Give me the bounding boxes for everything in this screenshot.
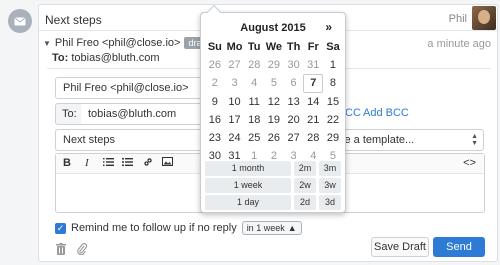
weekday-label: Fr [307, 41, 319, 53]
template-select-label: se a template... [339, 134, 415, 146]
calendar-week-row: 16 17 18 19 20 21 22 [205, 111, 343, 129]
calendar-day[interactable]: 9 [205, 93, 225, 111]
header-user-name: Phil [448, 13, 467, 25]
link-icon[interactable] [143, 157, 153, 170]
calendar-day[interactable]: 5 [264, 74, 284, 92]
to-label: To: [55, 103, 82, 125]
quick-interval-row: 1 month 2m 3m [205, 161, 343, 176]
calendar-day[interactable]: 4 [244, 74, 264, 92]
quick-interval-button[interactable]: 2d [294, 195, 316, 210]
calendar-day[interactable]: 26 [264, 129, 284, 147]
weekday-header-row: Su Mo Tu We Th Fr Sa [205, 38, 343, 56]
save-draft-button[interactable]: Save Draft [371, 237, 429, 257]
template-select[interactable]: se a template... ▲ ▼ [332, 129, 484, 151]
calendar-day[interactable]: 28 [244, 56, 264, 74]
calendar-day[interactable]: 26 [205, 56, 225, 74]
reminder-interval-label: in 1 week [246, 223, 285, 233]
quick-interval-button[interactable]: 3m [319, 161, 341, 176]
calendar-day[interactable]: 8 [323, 74, 343, 92]
calendar-day[interactable]: 20 [284, 111, 304, 129]
select-arrows-icon: ▲ ▼ [471, 133, 478, 147]
calendar-day[interactable]: 13 [284, 93, 304, 111]
calendar-day[interactable]: 11 [244, 93, 264, 111]
italic-button[interactable]: I [85, 157, 89, 169]
calendar-day[interactable]: 29 [264, 56, 284, 74]
weekday-label: Mo [226, 41, 243, 53]
reminder-checkbox[interactable]: ✓ [55, 222, 66, 234]
calendar-day[interactable]: 19 [264, 111, 284, 129]
to-address: tobias@bluth.com [71, 52, 160, 64]
calendar-day[interactable]: 16 [205, 111, 225, 129]
calendar-day[interactable]: 15 [323, 93, 343, 111]
from-line[interactable]: ▼ Phil Freo <phil@close.io> draft [43, 37, 211, 49]
quick-interval-button[interactable]: 2m [294, 161, 316, 176]
add-bcc-link[interactable]: Add BCC [363, 107, 409, 119]
weekday-label: Su [207, 41, 222, 53]
calendar-day[interactable]: 12 [264, 93, 284, 111]
calendar-day[interactable]: 18 [244, 111, 264, 129]
calendar-day[interactable]: 22 [323, 111, 343, 129]
calendar-day[interactable]: 24 [225, 129, 245, 147]
image-icon[interactable] [162, 157, 173, 169]
paperclip-icon[interactable] [77, 243, 88, 258]
calendar-day[interactable]: 7 [303, 74, 324, 93]
avatar [472, 6, 496, 30]
calendar-day[interactable]: 27 [225, 56, 245, 74]
collapse-triangle-icon[interactable]: ▼ [43, 39, 51, 48]
send-button[interactable]: Send [433, 237, 485, 257]
calendar-day[interactable]: 31 [303, 56, 323, 74]
calendar-day[interactable]: 17 [225, 111, 245, 129]
timestamp: a minute ago [427, 38, 491, 50]
to-prefix: To: [52, 52, 69, 64]
reminder-label: Remind me to follow up if no reply [71, 222, 237, 234]
code-view-button[interactable]: <> [463, 157, 476, 169]
quick-interval-row: 1 week 2w 3w [205, 178, 343, 193]
calendar-grid: Su Mo Tu We Th Fr Sa 26 27 28 29 30 31 1 2 3 4 5 6 7 8 9 10 11 1… [205, 38, 343, 165]
to-line: To: tobias@bluth.com [52, 52, 160, 64]
calendar-day[interactable]: 6 [284, 74, 304, 92]
calendar-week-row: 23 24 25 26 27 28 29 [205, 129, 343, 147]
weekday-label: Sa [326, 41, 340, 53]
caret-up-icon: ▲ [287, 223, 297, 233]
add-cc-link[interactable]: CC [345, 107, 361, 119]
bullet-list-icon[interactable] [122, 157, 133, 170]
quick-interval-button[interactable]: 2w [294, 178, 316, 193]
quick-interval-button[interactable]: 3d [319, 195, 341, 210]
calendar-day[interactable]: 30 [284, 56, 304, 74]
weekday-label: We [265, 41, 283, 53]
calendar-day[interactable]: 27 [284, 129, 304, 147]
weekday-label: Th [286, 41, 301, 53]
calendar-week-row: 2345678 [205, 74, 343, 93]
weekday-label: Tu [247, 41, 261, 53]
reminder-interval-button[interactable]: in 1 week ▲ [241, 221, 302, 235]
thread-subject: Next steps [45, 13, 102, 27]
calendar-day[interactable]: 29 [323, 129, 343, 147]
next-month-button[interactable]: » [325, 20, 332, 34]
quick-interval-button[interactable]: 1 month [205, 161, 291, 176]
quick-interval-button[interactable]: 3w [319, 178, 341, 193]
quick-interval-row: 1 day 2d 3d [205, 195, 343, 210]
envelope-icon [8, 9, 32, 33]
date-picker-popover: August 2015 » Su Mo Tu We Th Fr Sa 26 27 28 29 30 31… [200, 4, 346, 213]
month-title[interactable]: August 2015 [201, 22, 345, 34]
calendar-week-row: 9 10 11 12 13 14 15 [205, 93, 343, 111]
calendar-day[interactable]: 1 [323, 56, 343, 74]
quick-interval-button[interactable]: 1 day [205, 195, 291, 210]
calendar-day[interactable]: 25 [244, 129, 264, 147]
numbered-list-icon[interactable] [103, 157, 114, 170]
calendar-day[interactable]: 21 [303, 111, 323, 129]
quick-interval-button[interactable]: 1 week [205, 178, 291, 193]
follow-up-reminder: ✓ Remind me to follow up if no reply in … [55, 221, 302, 235]
bold-button[interactable]: B [63, 157, 71, 169]
calendar-day[interactable]: 23 [205, 129, 225, 147]
calendar-week-row: 26 27 28 29 30 31 1 [205, 56, 343, 74]
trash-icon[interactable] [56, 243, 66, 258]
calendar-day[interactable]: 2 [205, 74, 225, 92]
calendar-day[interactable]: 10 [225, 93, 245, 111]
calendar-day[interactable]: 3 [225, 74, 245, 92]
quick-interval-buttons: 1 month 2m 3m 1 week 2w 3w 1 day 2d 3d [205, 161, 343, 212]
calendar-day[interactable]: 28 [303, 129, 323, 147]
calendar-day[interactable]: 14 [303, 93, 323, 111]
from-address: Phil Freo <phil@close.io> [54, 37, 181, 49]
